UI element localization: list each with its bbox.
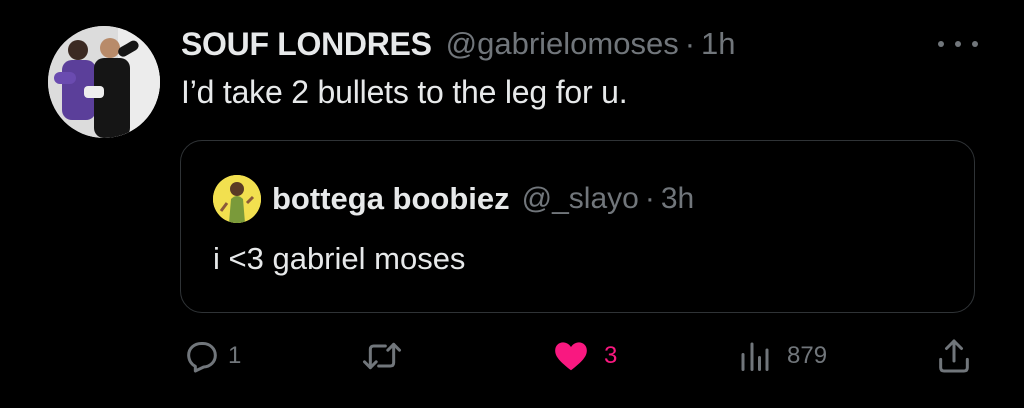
quoted-tweet-timestamp[interactable]: 3h	[661, 182, 694, 216]
heart-icon	[555, 342, 587, 371]
views-button[interactable]: 879	[737, 334, 827, 378]
more-icon[interactable]	[938, 36, 978, 52]
quoted-author-avatar[interactable]	[213, 175, 261, 223]
author-avatar[interactable]	[48, 26, 160, 138]
quoted-tweet-card[interactable]: bottega boobiez @_slayo · 3h i <3 gabrie…	[180, 140, 975, 313]
separator-dot: ·	[684, 26, 696, 61]
views-icon	[741, 342, 769, 371]
separator-dot: ·	[644, 182, 655, 215]
action-bar: 1 3 879	[0, 334, 1024, 378]
tweet-timestamp[interactable]: 1h	[701, 26, 735, 62]
share-button[interactable]	[934, 334, 974, 378]
views-count: 879	[787, 342, 828, 369]
quoted-tweet-text: i <3 gabriel moses	[213, 241, 466, 276]
reply-icon	[187, 342, 217, 373]
like-count: 3	[604, 342, 618, 369]
like-button[interactable]: 3	[552, 334, 617, 378]
reply-count: 1	[228, 342, 242, 369]
quoted-author-name[interactable]: bottega boobiez	[272, 181, 510, 217]
retweet-button[interactable]	[360, 334, 410, 378]
retweet-icon	[363, 342, 401, 370]
quoted-author-handle[interactable]: @_slayo	[522, 182, 639, 216]
reply-button[interactable]: 1	[182, 334, 241, 378]
tweet[interactable]: SOUF LONDRES @gabrielomoses · 1h I’d tak…	[0, 0, 1024, 408]
tweet-text: I’d take 2 bullets to the leg for u.	[181, 74, 628, 110]
author-handle[interactable]: @gabrielomoses	[446, 26, 679, 62]
quoted-tweet-header: bottega boobiez @_slayo · 3h	[272, 179, 694, 219]
tweet-header: SOUF LONDRES @gabrielomoses · 1h	[181, 24, 736, 64]
author-name[interactable]: SOUF LONDRES	[181, 26, 432, 63]
share-icon	[939, 339, 969, 373]
